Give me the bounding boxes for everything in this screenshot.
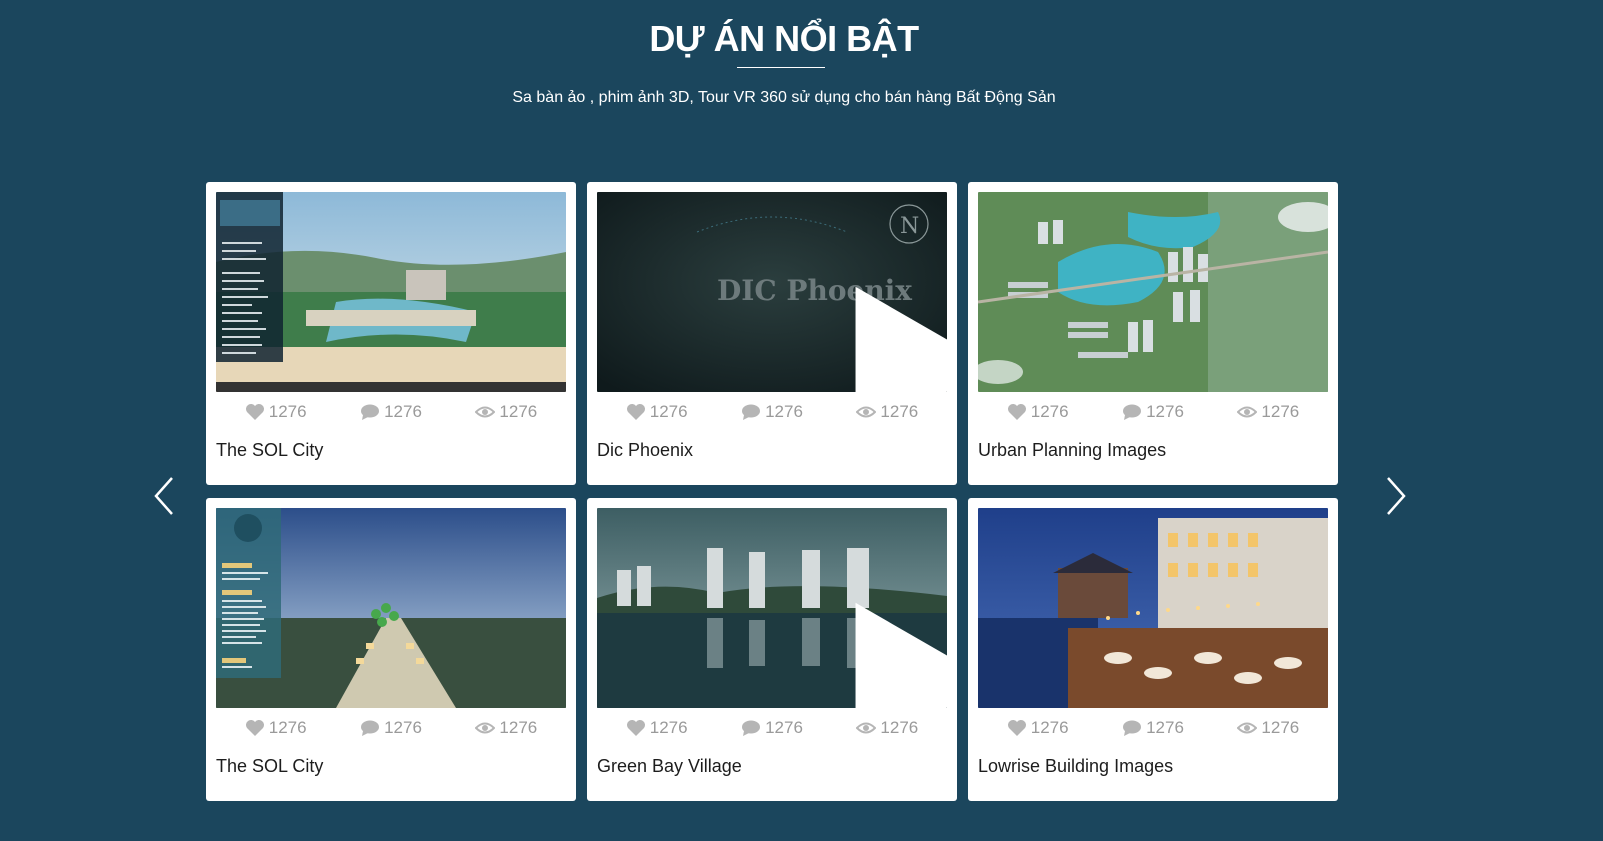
likes-stat[interactable]: 1276 xyxy=(245,716,307,740)
likes-count: 1276 xyxy=(268,718,307,737)
likes-count: 1276 xyxy=(649,402,688,421)
eye-icon xyxy=(856,406,877,418)
likes-stat[interactable]: 1276 xyxy=(626,400,688,424)
project-title[interactable]: Green Bay Village xyxy=(597,756,742,777)
carousel-prev-button[interactable] xyxy=(150,474,180,518)
project-thumbnail[interactable] xyxy=(978,508,1328,708)
project-stats: 1276 1276 1276 xyxy=(587,400,957,424)
play-icon[interactable] xyxy=(757,275,947,392)
likes-stat[interactable]: 1276 xyxy=(1007,400,1069,424)
likes-stat[interactable]: 1276 xyxy=(626,716,688,740)
comments-stat[interactable]: 1276 xyxy=(1122,400,1184,424)
project-card[interactable]: 1276 1276 1276 The SOL City xyxy=(206,182,576,485)
views-stat: 1276 xyxy=(856,400,918,424)
chevron-right-icon[interactable] xyxy=(1380,474,1410,518)
comments-count: 1276 xyxy=(765,402,803,421)
comment-icon xyxy=(742,404,761,420)
eye-icon xyxy=(856,722,877,734)
views-count: 1276 xyxy=(499,402,538,421)
project-title[interactable]: Urban Planning Images xyxy=(978,440,1166,461)
project-stats: 1276 1276 1276 xyxy=(206,716,576,740)
urban-planning-image xyxy=(978,192,1328,392)
likes-count: 1276 xyxy=(1030,718,1069,737)
views-count: 1276 xyxy=(499,718,538,737)
project-card[interactable]: 1276 1276 1276 Urban Planning Images xyxy=(968,182,1338,485)
carousel-next-button[interactable] xyxy=(1380,474,1410,518)
eye-icon xyxy=(1237,722,1258,734)
eye-icon xyxy=(475,406,496,418)
comments-stat[interactable]: 1276 xyxy=(360,400,422,424)
views-stat: 1276 xyxy=(856,716,918,740)
heart-icon xyxy=(626,404,645,420)
project-thumbnail[interactable]: DIC Phoenix N xyxy=(597,192,947,392)
likes-count: 1276 xyxy=(649,718,688,737)
section-title: DỰ ÁN NỔI BẬT xyxy=(649,18,919,59)
comments-stat[interactable]: 1276 xyxy=(360,716,422,740)
comments-stat[interactable]: 1276 xyxy=(1122,716,1184,740)
waterfront-restaurant-image xyxy=(978,508,1328,708)
likes-stat[interactable]: 1276 xyxy=(1007,716,1069,740)
heart-icon xyxy=(1007,720,1026,736)
project-card[interactable]: DIC Phoenix N 1276 1276 1276 Dic Phoenix xyxy=(587,182,957,485)
likes-count: 1276 xyxy=(268,402,307,421)
project-title[interactable]: Dic Phoenix xyxy=(597,440,693,461)
views-count: 1276 xyxy=(1261,718,1300,737)
project-card[interactable]: 1276 1276 1276 Lowrise Building Images xyxy=(968,498,1338,801)
project-stats: 1276 1276 1276 xyxy=(968,716,1338,740)
section-subtitle: Sa bàn ảo , phim ảnh 3D, Tour VR 360 sử … xyxy=(512,89,1056,106)
views-stat: 1276 xyxy=(475,400,537,424)
project-thumbnail[interactable] xyxy=(978,192,1328,392)
comments-count: 1276 xyxy=(1146,402,1184,421)
comment-icon xyxy=(361,720,380,736)
city-night-aerial-image xyxy=(216,508,566,708)
project-title[interactable]: The SOL City xyxy=(216,440,323,461)
comments-stat[interactable]: 1276 xyxy=(741,716,803,740)
comments-count: 1276 xyxy=(384,402,422,421)
likes-count: 1276 xyxy=(1030,402,1069,421)
play-icon[interactable] xyxy=(757,591,947,708)
project-card[interactable]: N 1276 1276 1276 Green Bay Village xyxy=(587,498,957,801)
comment-icon xyxy=(1123,404,1142,420)
eye-icon xyxy=(475,722,496,734)
chevron-left-icon[interactable] xyxy=(150,474,180,518)
comment-icon xyxy=(742,720,761,736)
comment-icon xyxy=(1123,720,1142,736)
project-grid: 1276 1276 1276 The SOL City DIC Phoenix … xyxy=(206,182,1356,802)
project-title[interactable]: The SOL City xyxy=(216,756,323,777)
project-stats: 1276 1276 1276 xyxy=(968,400,1338,424)
comments-stat[interactable]: 1276 xyxy=(741,400,803,424)
project-thumbnail[interactable] xyxy=(216,508,566,708)
resort-aerial-image xyxy=(216,192,566,392)
views-stat: 1276 xyxy=(1237,716,1299,740)
comments-count: 1276 xyxy=(1146,718,1184,737)
project-stats: 1276 1276 1276 xyxy=(206,400,576,424)
views-stat: 1276 xyxy=(475,716,537,740)
views-count: 1276 xyxy=(1261,402,1300,421)
project-card[interactable]: 1276 1276 1276 The SOL City xyxy=(206,498,576,801)
thumb-brand-letter: N xyxy=(900,214,919,239)
views-stat: 1276 xyxy=(1237,400,1299,424)
title-underline xyxy=(737,67,825,68)
likes-stat[interactable]: 1276 xyxy=(245,400,307,424)
project-thumbnail[interactable] xyxy=(216,192,566,392)
project-title[interactable]: Lowrise Building Images xyxy=(978,756,1173,777)
views-count: 1276 xyxy=(880,402,919,421)
heart-icon xyxy=(245,720,264,736)
comments-count: 1276 xyxy=(384,718,422,737)
eye-icon xyxy=(1237,406,1258,418)
heart-icon xyxy=(626,720,645,736)
views-count: 1276 xyxy=(880,718,919,737)
project-thumbnail[interactable]: N xyxy=(597,508,947,708)
heart-icon xyxy=(245,404,264,420)
project-stats: 1276 1276 1276 xyxy=(587,716,957,740)
comments-count: 1276 xyxy=(765,718,803,737)
comment-icon xyxy=(361,404,380,420)
heart-icon xyxy=(1007,404,1026,420)
